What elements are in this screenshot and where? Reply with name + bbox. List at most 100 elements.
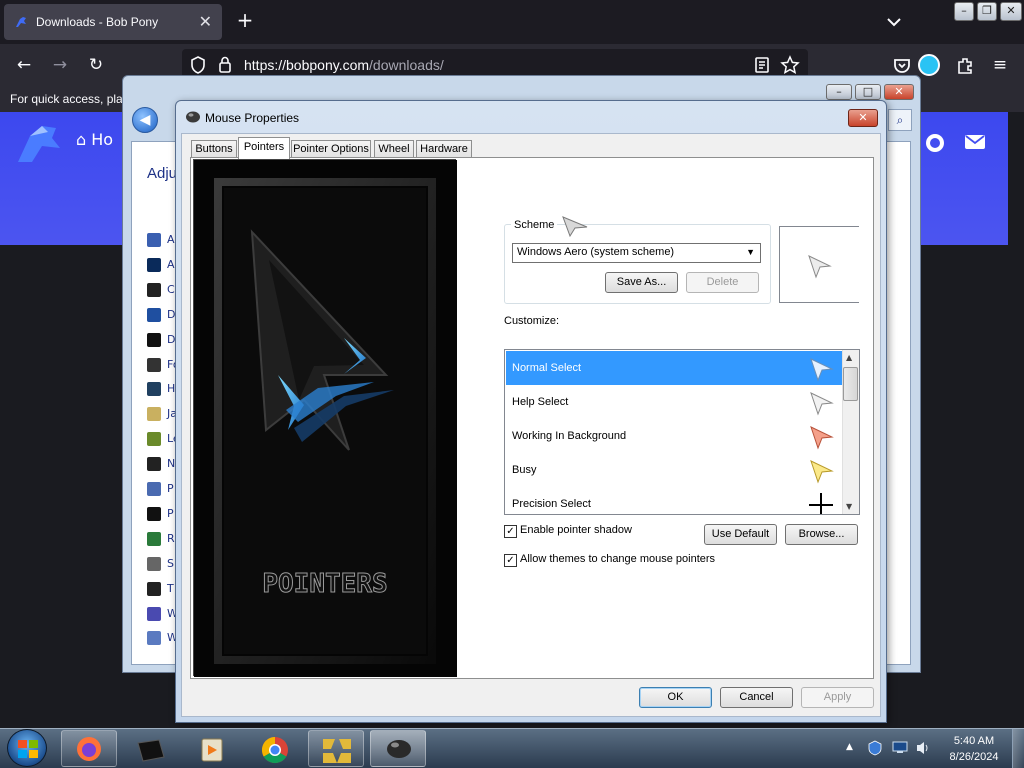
allow-themes-checkbox[interactable]: ✓ xyxy=(504,554,517,567)
use-default-button[interactable]: Use Default xyxy=(704,524,777,545)
tracking-shield-icon[interactable] xyxy=(190,56,206,74)
cp-item[interactable]: Fo xyxy=(147,357,180,372)
cp-item[interactable]: A xyxy=(147,233,175,247)
cp-item[interactable]: H xyxy=(147,382,175,397)
list-all-tabs-icon[interactable] xyxy=(884,12,904,32)
cancel-button[interactable]: Cancel xyxy=(720,687,793,708)
cp-item[interactable]: P xyxy=(147,506,174,521)
extensions-icon[interactable] xyxy=(955,56,975,76)
account-avatar[interactable] xyxy=(918,54,940,76)
taskbar-media-player[interactable] xyxy=(184,730,240,767)
taskbar-chrome[interactable] xyxy=(246,730,302,767)
pocket-icon[interactable] xyxy=(892,56,912,76)
browser-tab[interactable]: Downloads - Bob Pony ✕ xyxy=(4,4,222,40)
tab-hardware[interactable]: Hardware xyxy=(416,140,472,158)
working-in-background-cursor-icon xyxy=(810,426,834,450)
cursor-row-precision-select[interactable]: Precision Select xyxy=(506,487,842,514)
scroll-down-icon[interactable]: ▼ xyxy=(846,502,852,511)
taskbar-control-panel[interactable] xyxy=(308,730,364,767)
delete-button[interactable]: Delete xyxy=(686,272,759,293)
normal-select-preview-icon xyxy=(808,255,832,279)
bookmarks-hint: For quick access, plac xyxy=(10,92,129,106)
tab-buttons[interactable]: Buttons xyxy=(191,140,237,158)
cp-item-icon xyxy=(147,407,161,422)
cp-minimize-icon[interactable]: – xyxy=(826,84,852,100)
cp-maximize-icon[interactable]: □ xyxy=(855,84,881,100)
save-as-button[interactable]: Save As... xyxy=(605,272,678,293)
customize-label: Customize: xyxy=(504,315,560,327)
show-desktop-button[interactable] xyxy=(1012,729,1024,768)
mouse-taskbar-icon xyxy=(387,740,411,758)
apply-button[interactable]: Apply xyxy=(801,687,874,708)
restore-icon[interactable]: ❐ xyxy=(977,2,997,21)
network-icon[interactable] xyxy=(892,741,908,754)
cp-item-icon xyxy=(147,282,161,297)
clock-date: 8/26/2024 xyxy=(949,751,999,763)
taskbar-device[interactable] xyxy=(122,730,178,767)
cursor-row-working-in-background[interactable]: Working In Background xyxy=(506,419,842,453)
new-tab-button[interactable]: + xyxy=(234,9,256,33)
forward-icon[interactable]: → xyxy=(50,55,70,75)
lock-icon[interactable] xyxy=(218,56,232,73)
cp-item[interactable]: Sp xyxy=(147,556,181,571)
url-path: /downloads/ xyxy=(369,57,444,73)
scheme-dropdown[interactable]: Windows Aero (system scheme) ▼ xyxy=(512,243,761,263)
cp-item[interactable]: N xyxy=(147,457,175,472)
cp-item[interactable]: R xyxy=(147,531,175,546)
taskbar-firefox[interactable] xyxy=(61,730,117,767)
reload-icon[interactable]: ↻ xyxy=(86,55,106,75)
cp-item[interactable]: A xyxy=(147,257,175,272)
volume-icon[interactable] xyxy=(915,740,933,756)
cp-item[interactable]: D xyxy=(147,332,175,347)
cp-close-icon[interactable]: ✕ xyxy=(884,84,914,100)
cp-item[interactable]: C xyxy=(147,282,175,297)
cursor-row-busy[interactable]: Busy xyxy=(506,453,842,487)
reader-view-icon[interactable] xyxy=(754,56,770,74)
cursor-list[interactable]: Normal Select Help Select Working In Bac… xyxy=(504,349,860,515)
tab-close-icon[interactable]: ✕ xyxy=(199,12,212,31)
cp-item[interactable]: D xyxy=(147,307,175,322)
dialog-close-button[interactable]: ✕ xyxy=(848,109,878,127)
pointers-preview-image: POINTERS xyxy=(193,159,457,677)
site-nav-home[interactable]: ⌂ Ho xyxy=(76,130,113,149)
browse-button[interactable]: Browse... xyxy=(785,524,858,545)
menu-icon[interactable]: ≡ xyxy=(990,55,1010,75)
enable-pointer-shadow-checkbox[interactable]: ✓ xyxy=(504,525,517,538)
mail-icon[interactable] xyxy=(964,134,986,150)
action-center-icon[interactable] xyxy=(868,740,882,756)
tab-pointer-options[interactable]: Pointer Options xyxy=(291,140,371,158)
taskbar-clock[interactable]: 5:40 AM 8/26/2024 xyxy=(944,733,1004,765)
cursor-row-help-select[interactable]: Help Select xyxy=(506,385,842,419)
cp-item[interactable]: T xyxy=(147,581,174,596)
cp-item[interactable]: W xyxy=(147,606,178,621)
show-hidden-icons-icon[interactable]: ▲ xyxy=(846,742,853,752)
cp-item[interactable]: Le xyxy=(147,432,180,447)
cp-back-icon[interactable]: ◀ xyxy=(132,107,158,133)
cp-item-icon xyxy=(147,257,161,272)
minimize-icon[interactable]: – xyxy=(954,2,974,21)
taskbar-mouse-properties[interactable] xyxy=(370,730,426,767)
start-button[interactable] xyxy=(7,729,47,767)
github-icon[interactable] xyxy=(924,132,946,154)
bobpony-logo-icon[interactable] xyxy=(12,118,64,166)
bookmark-star-icon[interactable] xyxy=(780,55,800,75)
cursor-row-label: Normal Select xyxy=(512,362,582,374)
tab-pointers[interactable]: Pointers xyxy=(238,137,290,159)
cp-item[interactable]: W xyxy=(147,631,178,646)
ok-button[interactable]: OK xyxy=(639,687,712,708)
cursor-row-normal-select[interactable]: Normal Select xyxy=(506,351,842,385)
tab-wheel[interactable]: Wheel xyxy=(374,140,414,158)
close-window-icon[interactable]: ✕ xyxy=(1000,2,1022,21)
cursor-row-label: Precision Select xyxy=(512,498,591,510)
cp-item[interactable]: P xyxy=(147,482,174,496)
cp-item[interactable]: Ja xyxy=(147,407,177,422)
home-icon: ⌂ xyxy=(76,130,87,149)
cursor-row-label: Working In Background xyxy=(512,430,627,442)
scrollbar-thumb[interactable] xyxy=(843,367,858,401)
cp-item-icon xyxy=(147,432,161,447)
scroll-up-icon[interactable]: ▲ xyxy=(846,353,852,362)
scheme-label-text: Scheme xyxy=(514,219,555,231)
back-icon[interactable]: ← xyxy=(14,55,34,75)
firefox-icon xyxy=(77,737,101,761)
cp-search-icon[interactable]: ⌕ xyxy=(888,109,912,131)
